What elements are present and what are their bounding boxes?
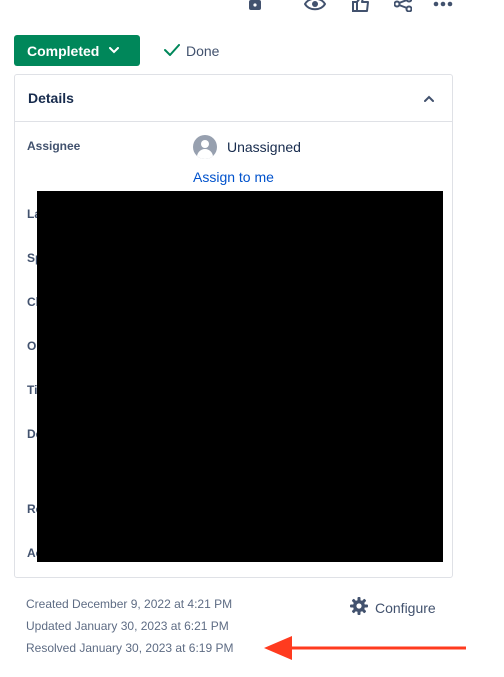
chevron-down-icon: [109, 46, 120, 56]
resolution-label: Done: [186, 42, 220, 59]
redaction-block: [37, 191, 443, 562]
field-label-partial: Cl: [27, 295, 37, 309]
avatar: [193, 135, 217, 159]
status-row: Completed Done: [14, 35, 219, 66]
configure-button[interactable]: Configure: [349, 596, 436, 619]
field-label-partial: Sp: [27, 251, 37, 265]
share-icon[interactable]: [392, 0, 414, 14]
more-icon[interactable]: [432, 0, 454, 14]
red-arrow-annotation: [262, 632, 468, 669]
assign-to-me-link[interactable]: Assign to me: [193, 169, 274, 185]
configure-label: Configure: [375, 599, 436, 616]
check-icon: [164, 43, 180, 59]
updated-timestamp: Updated January 30, 2023 at 6:21 PM: [26, 619, 229, 633]
status-button[interactable]: Completed: [14, 35, 140, 66]
resolution-indicator: Done: [164, 43, 219, 59]
details-title: Details: [28, 90, 74, 106]
field-label-partial: De: [27, 427, 37, 441]
field-label-partial: La: [27, 207, 37, 221]
chevron-up-icon[interactable]: [424, 89, 434, 107]
thumbs-up-icon[interactable]: [350, 0, 372, 14]
field-label-partial: Ti: [27, 383, 37, 397]
status-label: Completed: [27, 42, 100, 59]
gear-icon: [349, 596, 369, 619]
created-timestamp: Created December 9, 2022 at 4:21 PM: [26, 597, 233, 611]
assignee-field[interactable]: Unassigned: [193, 135, 301, 159]
field-label-partial: Or: [27, 339, 37, 353]
details-header[interactable]: Details: [15, 75, 452, 122]
field-label-partial: Ac: [27, 546, 37, 560]
field-label-partial: Re: [27, 502, 37, 516]
assignee-label: Assignee: [27, 139, 81, 153]
issue-toolbar: [0, 0, 504, 20]
lock-icon[interactable]: [244, 0, 266, 14]
assignee-value: Unassigned: [227, 139, 301, 155]
eye-icon[interactable]: [304, 0, 326, 14]
resolved-timestamp: Resolved January 30, 2023 at 6:19 PM: [26, 641, 234, 655]
